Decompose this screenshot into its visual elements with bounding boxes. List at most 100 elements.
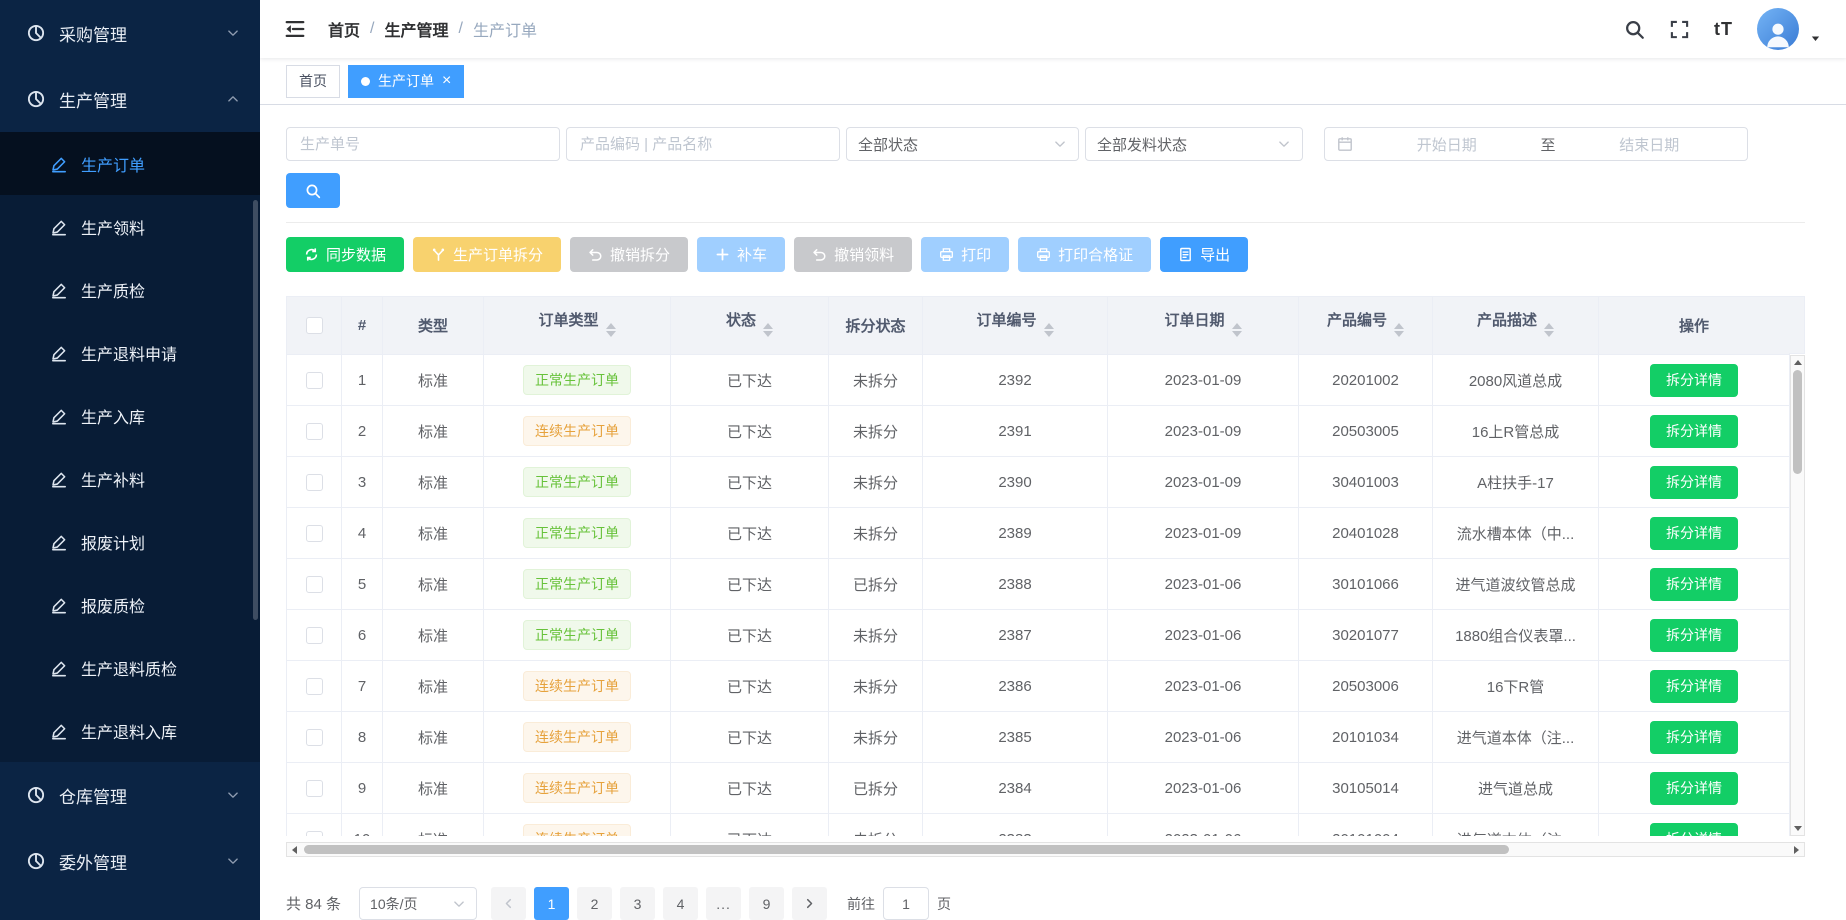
prev-page-button[interactable] (491, 887, 526, 920)
cell-order_type: 连续生产订单 (484, 814, 671, 837)
split-detail-button[interactable]: 拆分详情 (1650, 466, 1738, 499)
row-checkbox[interactable] (306, 372, 323, 389)
row-checkbox[interactable] (306, 576, 323, 593)
scroll-right-arrow-icon[interactable] (1790, 843, 1803, 856)
cell-product_no: 20503006 (1299, 661, 1433, 712)
issue-status-select-value: 全部发料状态 (1097, 134, 1277, 155)
search-button[interactable] (286, 173, 340, 208)
hamburger-menu-icon[interactable] (284, 18, 306, 40)
horizontal-scrollbar-thumb[interactable] (304, 845, 1509, 854)
page-size-select[interactable]: 10条/页 (359, 887, 477, 920)
close-tab-icon[interactable]: × (442, 73, 451, 89)
sort-carets-icon[interactable] (763, 318, 773, 342)
column-header-order_date[interactable]: 订单日期 (1108, 297, 1299, 355)
product-input[interactable] (566, 127, 840, 161)
page-button[interactable]: 9 (749, 887, 784, 920)
row-checkbox[interactable] (306, 678, 323, 695)
scroll-down-arrow-icon[interactable] (1791, 822, 1804, 835)
horizontal-scrollbar[interactable] (286, 842, 1805, 857)
split-detail-button[interactable]: 拆分详情 (1650, 517, 1738, 550)
sidebar-item-label: 生产订单 (81, 152, 145, 176)
split-detail-button[interactable]: 拆分详情 (1650, 364, 1738, 397)
sort-carets-icon[interactable] (1232, 318, 1242, 342)
column-header-product_desc[interactable]: 产品描述 (1433, 297, 1599, 355)
page-button[interactable]: 2 (577, 887, 612, 920)
tab-production-order[interactable]: 生产订单× (348, 65, 464, 98)
column-header-order_type[interactable]: 订单类型 (484, 297, 671, 355)
split-detail-button[interactable]: 拆分详情 (1650, 670, 1738, 703)
sidebar-item-production-return-request[interactable]: 生产退料申请 (0, 321, 260, 384)
sort-carets-icon[interactable] (1044, 318, 1054, 342)
export-button[interactable]: 导出 (1160, 237, 1248, 272)
scroll-up-arrow-icon[interactable] (1791, 356, 1804, 369)
sidebar-group-outsourcing[interactable]: 委外管理 (0, 828, 260, 894)
issue-status-select[interactable]: 全部发料状态 (1085, 127, 1303, 161)
sidebar-item-production-inbound[interactable]: 生产入库 (0, 384, 260, 447)
goto-page-input[interactable] (883, 887, 929, 920)
sidebar-group-production[interactable]: 生产管理 (0, 66, 260, 132)
sync-data-button[interactable]: 同步数据 (286, 237, 404, 272)
sidebar-item-production-order[interactable]: 生产订单 (0, 132, 260, 195)
sort-carets-icon[interactable] (1544, 318, 1554, 342)
sidebar-item-production-return-inbound[interactable]: 生产退料入库 (0, 699, 260, 762)
breadcrumb-item[interactable]: 生产管理 (384, 17, 448, 41)
cell-order_type: 正常生产订单 (484, 559, 671, 610)
breadcrumb-item[interactable]: 首页 (328, 17, 360, 41)
row-checkbox[interactable] (306, 729, 323, 746)
order-type-tag: 连续生产订单 (523, 722, 631, 752)
split-detail-button[interactable]: 拆分详情 (1650, 823, 1738, 837)
sidebar-scrollbar[interactable] (253, 200, 258, 620)
font-size-icon[interactable]: tT (1714, 19, 1733, 40)
sidebar-item-production-picking[interactable]: 生产领料 (0, 195, 260, 258)
row-checkbox[interactable] (306, 525, 323, 542)
cell-product_desc: 进气道本体（注... (1433, 814, 1599, 837)
pagination-total: 共 84 条 (286, 893, 341, 914)
pager-ellipsis[interactable]: ... (706, 887, 741, 920)
column-header-status[interactable]: 状态 (671, 297, 829, 355)
sidebar-item-label: 生产领料 (81, 215, 145, 239)
main-content: 全部状态 全部发料状态 开始日期 至 结束日期 同步数据生产订单拆分撤销拆分补车… (260, 105, 1846, 920)
cell-idx: 6 (342, 610, 383, 661)
split-detail-button[interactable]: 拆分详情 (1650, 721, 1738, 754)
fullscreen-icon[interactable] (1669, 19, 1690, 40)
select-all-checkbox[interactable] (306, 317, 323, 334)
scroll-left-arrow-icon[interactable] (288, 843, 301, 856)
user-menu-caret-icon[interactable] (1809, 32, 1822, 45)
tab-home[interactable]: 首页 (286, 65, 340, 98)
split-detail-button[interactable]: 拆分详情 (1650, 415, 1738, 448)
next-page-button[interactable] (792, 887, 827, 920)
cell-order_no: 2388 (923, 559, 1108, 610)
sidebar-group-warehouse[interactable]: 仓库管理 (0, 762, 260, 828)
avatar[interactable] (1757, 8, 1799, 50)
date-range-picker[interactable]: 开始日期 至 结束日期 (1324, 127, 1748, 161)
row-checkbox[interactable] (306, 780, 323, 797)
page-button[interactable]: 4 (663, 887, 698, 920)
row-checkbox[interactable] (306, 474, 323, 491)
sidebar-item-production-replenish[interactable]: 生产补料 (0, 447, 260, 510)
vertical-scrollbar-thumb[interactable] (1793, 370, 1802, 474)
cell-order_type: 正常生产订单 (484, 508, 671, 559)
row-checkbox[interactable] (306, 831, 323, 836)
split-order-button[interactable]: 生产订单拆分 (413, 237, 561, 272)
status-select[interactable]: 全部状态 (846, 127, 1079, 161)
page-button[interactable]: 3 (620, 887, 655, 920)
order-no-input[interactable] (286, 127, 560, 161)
column-header-product_no[interactable]: 产品编号 (1299, 297, 1433, 355)
sidebar-item-production-return-qc[interactable]: 生产退料质检 (0, 636, 260, 699)
row-checkbox[interactable] (306, 423, 323, 440)
split-detail-button[interactable]: 拆分详情 (1650, 619, 1738, 652)
row-checkbox[interactable] (306, 627, 323, 644)
page-button[interactable]: 1 (534, 887, 569, 920)
sidebar-item-scrap-qc[interactable]: 报废质检 (0, 573, 260, 636)
vertical-scrollbar[interactable] (1790, 355, 1805, 836)
sort-carets-icon[interactable] (606, 318, 616, 342)
sidebar-group-purchase[interactable]: 采购管理 (0, 0, 260, 66)
sort-carets-icon[interactable] (1394, 318, 1404, 342)
split-detail-button[interactable]: 拆分详情 (1650, 568, 1738, 601)
search-icon[interactable] (1624, 19, 1645, 40)
cell-status: 已下达 (671, 559, 829, 610)
sidebar-item-production-qc[interactable]: 生产质检 (0, 258, 260, 321)
split-detail-button[interactable]: 拆分详情 (1650, 772, 1738, 805)
column-header-order_no[interactable]: 订单编号 (923, 297, 1108, 355)
sidebar-item-scrap-plan[interactable]: 报废计划 (0, 510, 260, 573)
